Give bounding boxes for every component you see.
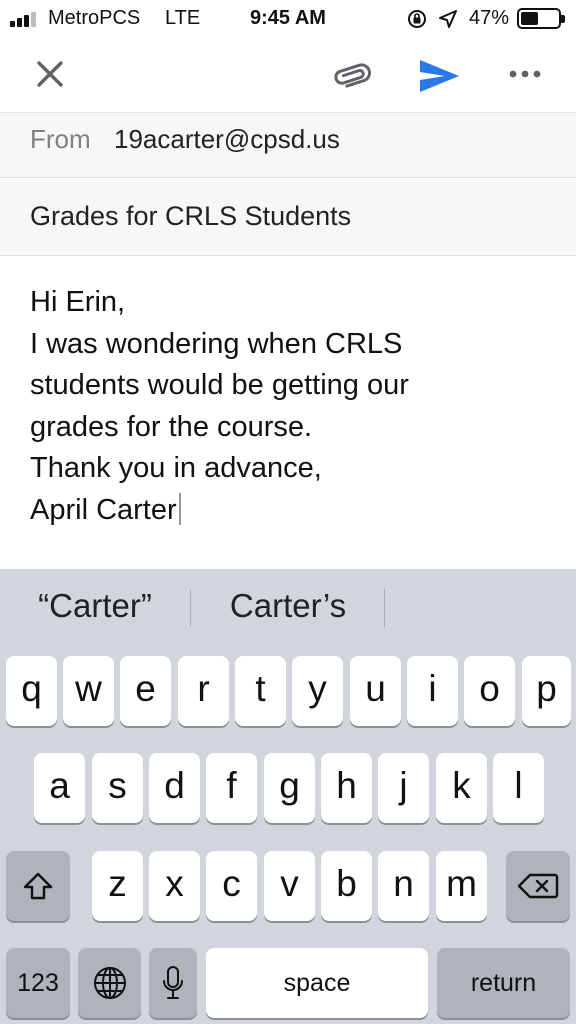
dictation-key[interactable] [149, 948, 197, 1018]
key-j[interactable]: j [378, 753, 429, 823]
shift-icon [23, 872, 53, 900]
subject-text: Grades for CRLS Students [30, 201, 352, 231]
from-address[interactable]: 19acarter@cpsd.us [114, 124, 340, 155]
key-t[interactable]: t [235, 656, 286, 726]
send-icon[interactable] [417, 56, 461, 96]
key-o[interactable]: o [464, 656, 515, 726]
key-s[interactable]: s [92, 753, 143, 823]
suggestion-1[interactable]: “Carter” [0, 587, 190, 625]
body-line: Thank you in advance, [30, 452, 322, 484]
body-line: grades for the course. [30, 410, 313, 443]
return-key[interactable]: return [437, 948, 570, 1018]
backspace-key[interactable] [506, 851, 570, 921]
location-icon [439, 10, 457, 28]
key-k[interactable]: k [436, 753, 487, 823]
key-x[interactable]: x [149, 851, 200, 921]
close-icon[interactable] [32, 56, 68, 92]
from-label: From [30, 124, 91, 154]
key-l[interactable]: l [493, 753, 544, 823]
key-m[interactable]: m [436, 851, 487, 921]
key-u[interactable]: u [350, 656, 401, 726]
key-i[interactable]: i [407, 656, 458, 726]
body-line: I was wondering when CRLS [30, 327, 403, 360]
key-z[interactable]: z [92, 851, 143, 921]
body-line: Hi Erin, [30, 286, 126, 318]
key-h[interactable]: h [321, 753, 372, 823]
suggestion-2[interactable]: Carter’s [192, 587, 384, 625]
key-b[interactable]: b [321, 851, 372, 921]
body-line: students would be getting our [30, 369, 409, 401]
message-body[interactable]: Hi Erin, I was wondering when CRLS stude… [30, 282, 560, 531]
text-cursor [178, 492, 181, 525]
subject-field[interactable]: Grades for CRLS Students [0, 178, 576, 256]
space-key[interactable]: space [206, 948, 428, 1018]
key-c[interactable]: c [206, 851, 257, 921]
from-row[interactable]: From 19acarter@cpsd.us [0, 112, 576, 178]
keyboard: “Carter” Carter’s q w e r t y u i o p a … [0, 569, 576, 1024]
key-e[interactable]: e [120, 656, 171, 726]
key-n[interactable]: n [378, 851, 429, 921]
key-a[interactable]: a [34, 753, 85, 823]
battery-percent: 47% [469, 7, 510, 29]
predictive-bar: “Carter” Carter’s [0, 569, 576, 647]
orientation-lock-icon [408, 10, 426, 28]
battery-icon [517, 8, 565, 29]
key-f[interactable]: f [206, 753, 257, 823]
key-y[interactable]: y [292, 656, 343, 726]
key-p[interactable]: p [522, 656, 571, 726]
microphone-icon [163, 966, 183, 999]
status-bar: MetroPCS LTE 9:45 AM 47% [0, 0, 576, 38]
globe-key[interactable] [78, 948, 141, 1018]
backspace-icon [517, 873, 559, 899]
body-line-last: April Carter [30, 490, 560, 532]
signature-text: April Carter [30, 493, 177, 526]
key-q[interactable]: q [6, 656, 57, 726]
key-r[interactable]: r [178, 656, 229, 726]
key-w[interactable]: w [63, 656, 114, 726]
suggestion-divider [190, 589, 191, 627]
compose-toolbar [0, 40, 576, 112]
key-d[interactable]: d [149, 753, 200, 823]
numbers-key[interactable]: 123 [6, 948, 70, 1018]
globe-icon [93, 967, 126, 999]
more-icon[interactable] [505, 62, 545, 86]
shift-key[interactable] [6, 851, 70, 921]
paperclip-icon[interactable] [330, 58, 374, 94]
key-g[interactable]: g [264, 753, 315, 823]
suggestion-divider [384, 589, 385, 627]
key-v[interactable]: v [264, 851, 315, 921]
